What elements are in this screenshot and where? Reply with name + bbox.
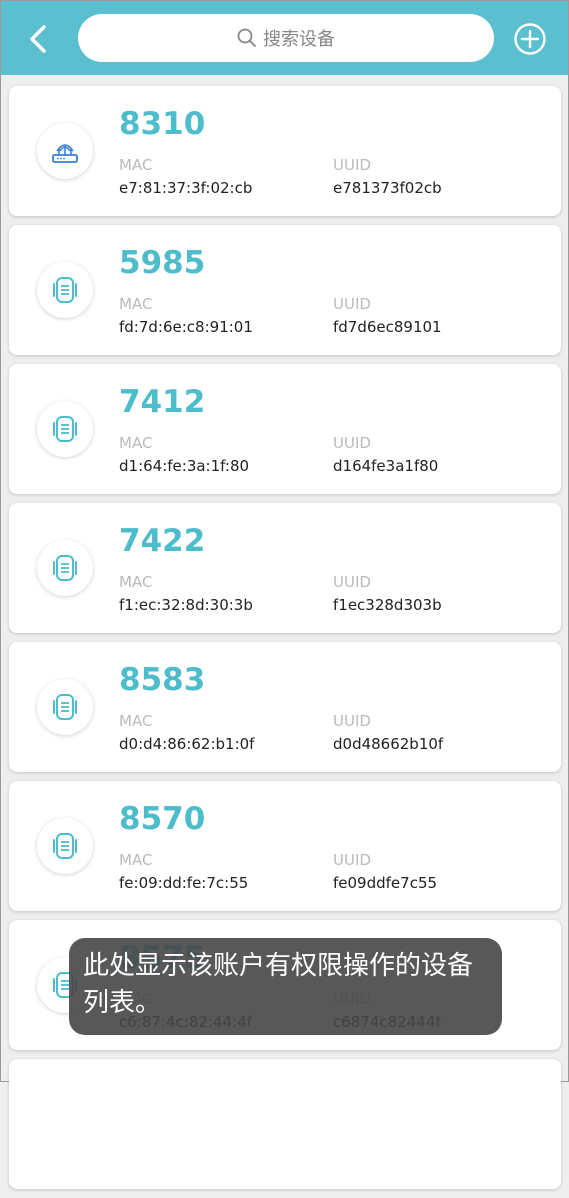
uuid-value: fd7d6ec89101 bbox=[333, 318, 442, 336]
device-icon bbox=[37, 262, 93, 318]
device-name: 8310 bbox=[119, 106, 206, 142]
mac-value: fd:7d:6e:c8:91:01 bbox=[119, 318, 253, 336]
device-card[interactable]: 8583 MAC UUID d0:d4:86:62:b1:0f d0d48662b10f bbox=[9, 642, 561, 772]
uuid-value: d164fe3a1f80 bbox=[333, 457, 439, 475]
device-card[interactable]: 8310 MAC UUID e7:81:37:3f:02:cb e781373f02cb bbox=[9, 86, 561, 216]
device-card[interactable]: 7412 MAC UUID d1:64:fe:3a:1f:80 d164fe3a1f80 bbox=[9, 364, 561, 494]
device-card[interactable]: 5985 MAC UUID fd:7d:6e:c8:91:01 fd7d6ec89101 bbox=[9, 225, 561, 355]
device-icon bbox=[37, 540, 93, 596]
device-name: 8570 bbox=[119, 801, 206, 837]
back-arrow-icon[interactable] bbox=[23, 21, 55, 57]
mac-label: MAC bbox=[119, 573, 153, 591]
uuid-value: d0d48662b10f bbox=[333, 735, 444, 753]
mac-label: MAC bbox=[119, 851, 153, 869]
mac-value: e7:81:37:3f:02:cb bbox=[119, 179, 253, 197]
mac-value: d1:64:fe:3a:1f:80 bbox=[119, 457, 250, 475]
search-input[interactable]: 搜索设备 bbox=[78, 14, 494, 62]
mac-label: MAC bbox=[119, 156, 153, 174]
header-bar: 搜索设备 bbox=[1, 1, 568, 75]
mac-value: f1:ec:32:8d:30:3b bbox=[119, 596, 253, 614]
device-icon bbox=[37, 401, 93, 457]
mac-label: MAC bbox=[119, 295, 153, 313]
uuid-label: UUID bbox=[333, 573, 371, 591]
uuid-value: f1ec328d303b bbox=[333, 596, 442, 614]
mac-value: d0:d4:86:62:b1:0f bbox=[119, 735, 255, 753]
uuid-label: UUID bbox=[333, 851, 371, 869]
device-name: 7422 bbox=[119, 523, 206, 559]
device-icon bbox=[37, 818, 93, 874]
device-name: 8583 bbox=[119, 662, 206, 698]
device-name: 7412 bbox=[119, 384, 206, 420]
search-placeholder: 搜索设备 bbox=[263, 29, 335, 50]
device-name: 5985 bbox=[119, 245, 206, 281]
mac-label: MAC bbox=[119, 434, 153, 452]
uuid-label: UUID bbox=[333, 712, 371, 730]
mac-value: fe:09:dd:fe:7c:55 bbox=[119, 874, 249, 892]
add-icon[interactable] bbox=[513, 22, 547, 56]
uuid-label: UUID bbox=[333, 295, 371, 313]
mac-label: MAC bbox=[119, 712, 153, 730]
toast-message: 此处显示该账户有权限操作的设备列表。 bbox=[69, 938, 502, 1035]
uuid-label: UUID bbox=[333, 434, 371, 452]
device-card[interactable]: 7422 MAC UUID f1:ec:32:8d:30:3b f1ec328d303b bbox=[9, 503, 561, 633]
device-card[interactable] bbox=[9, 1059, 561, 1189]
uuid-label: UUID bbox=[333, 156, 371, 174]
search-icon bbox=[237, 28, 256, 47]
device-icon bbox=[37, 679, 93, 735]
device-card[interactable]: 8570 MAC UUID fe:09:dd:fe:7c:55 fe09ddfe7c55 bbox=[9, 781, 561, 911]
uuid-value: e781373f02cb bbox=[333, 179, 442, 197]
uuid-value: fe09ddfe7c55 bbox=[333, 874, 438, 892]
router-icon bbox=[37, 123, 93, 179]
